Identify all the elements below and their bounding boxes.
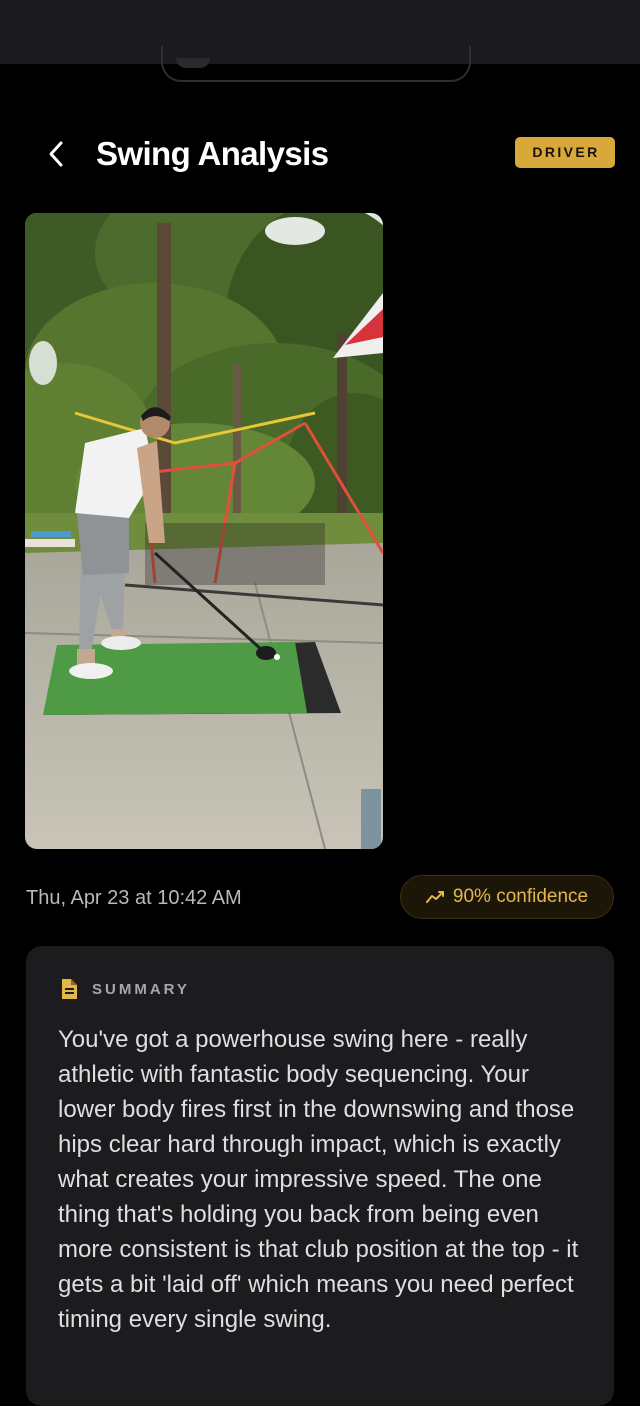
summary-header: SUMMARY — [60, 978, 190, 1000]
trend-up-icon — [425, 891, 444, 903]
camera-notch — [176, 58, 210, 68]
page-title: Swing Analysis — [96, 135, 329, 172]
confidence-label: 90% confidence — [452, 886, 589, 907]
summary-card: SUMMARY You've got a powerhouse swing he… — [26, 946, 614, 1406]
chevron-left-icon — [49, 141, 63, 167]
confidence-badge: 90% confidence — [400, 875, 614, 919]
summary-text: You've got a powerhouse swing here - rea… — [58, 1026, 579, 1333]
swing-video-thumbnail[interactable] — [25, 213, 383, 849]
app-header: Swing Analysis DRIVER — [0, 130, 640, 178]
document-icon — [62, 979, 77, 999]
back-button[interactable] — [36, 132, 76, 176]
club-badge: DRIVER — [515, 137, 615, 168]
summary-label: SUMMARY — [92, 980, 190, 998]
analysis-timestamp: Thu, Apr 23 at 10:42 AM — [26, 887, 242, 909]
analysis-meta-row: Thu, Apr 23 at 10:42 AM 90% confidence — [0, 872, 640, 922]
